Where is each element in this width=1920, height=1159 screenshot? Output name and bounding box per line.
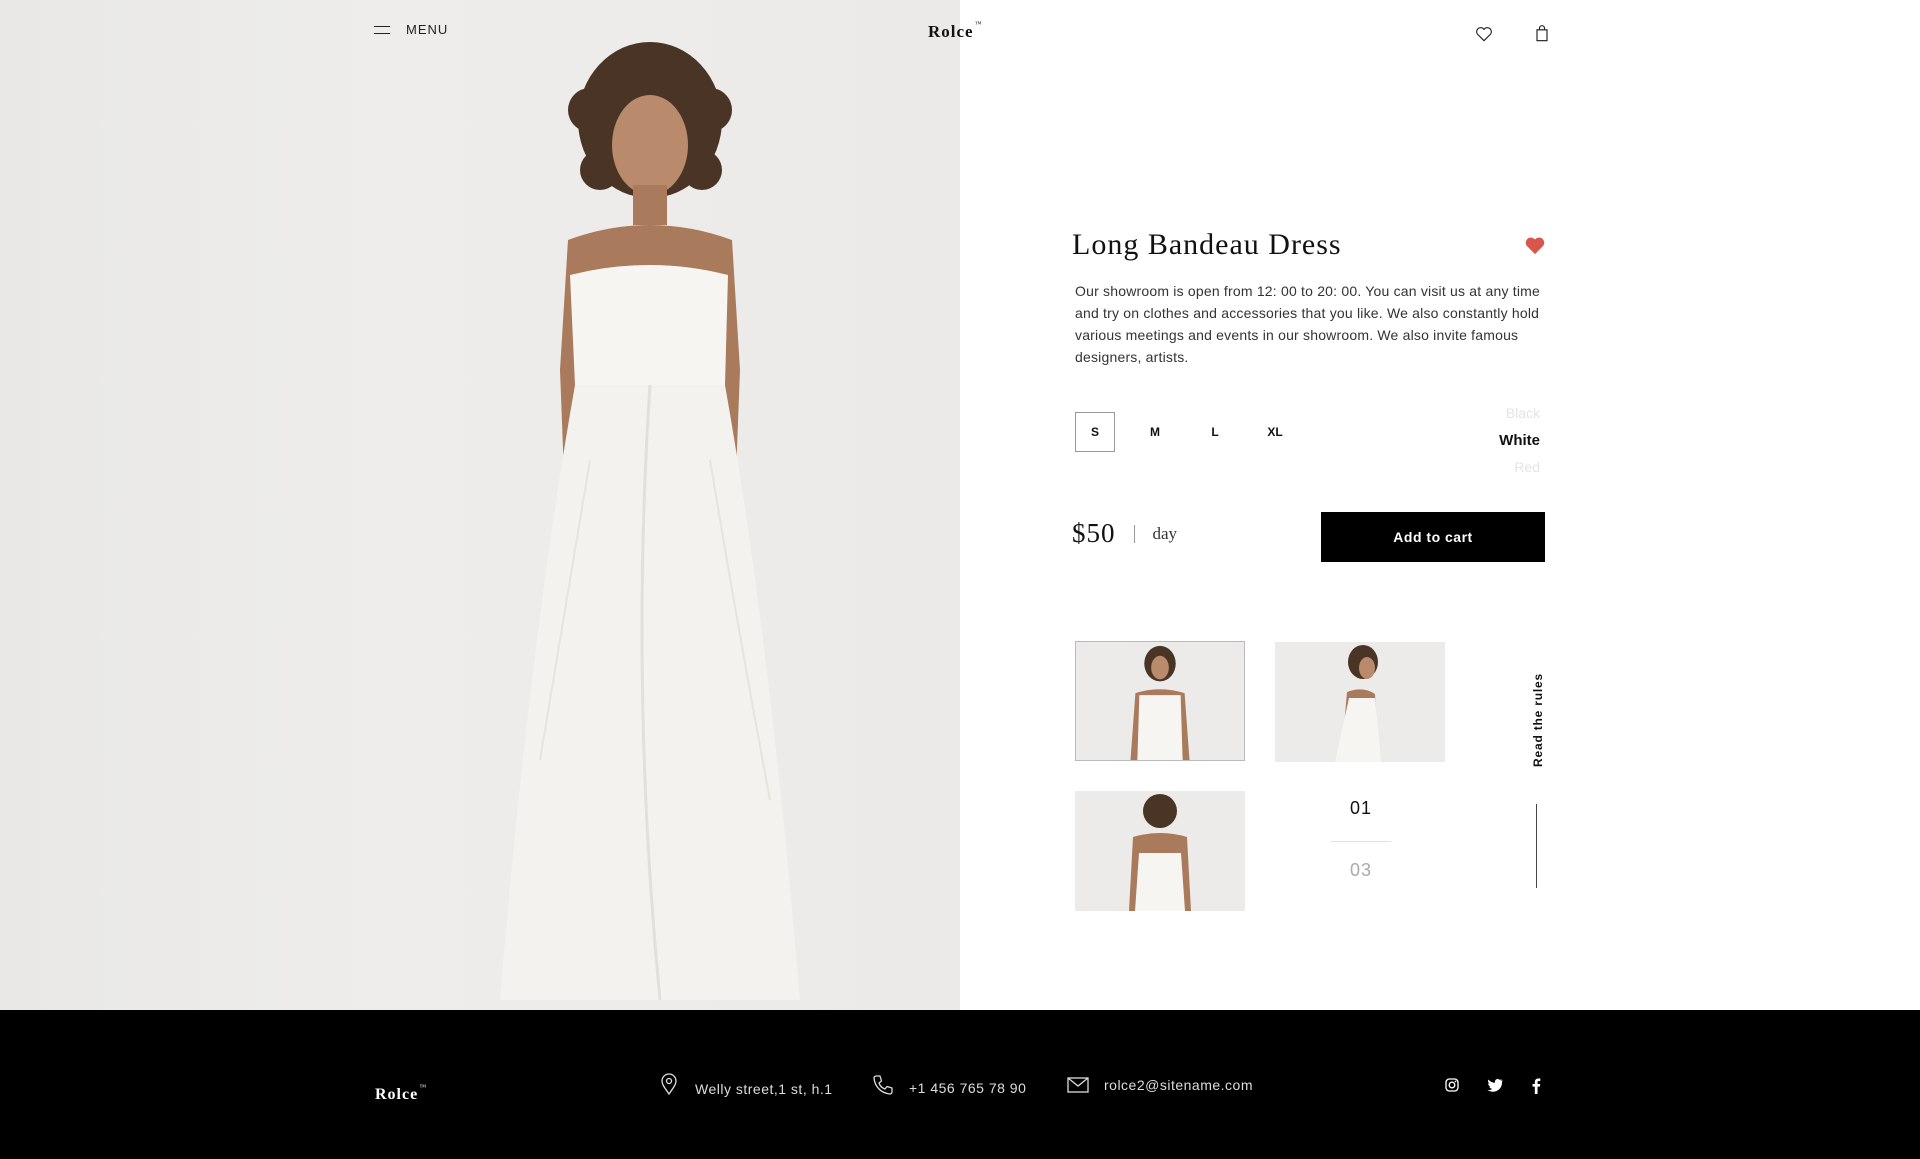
gallery-thumbnail-front[interactable]	[1075, 641, 1245, 761]
instagram-icon[interactable]	[1442, 1075, 1462, 1095]
site-header: MENU Rolce™	[0, 0, 1920, 70]
model-photo	[500, 42, 800, 1001]
price-row: $50 day	[1072, 518, 1177, 549]
site-logo[interactable]: Rolce™	[928, 20, 983, 42]
twitter-icon[interactable]	[1484, 1075, 1504, 1095]
size-option-l[interactable]: L	[1195, 412, 1235, 452]
logo-text: Rolce	[928, 22, 974, 41]
footer-phone[interactable]: +1 456 765 78 90	[871, 1073, 1026, 1097]
footer-email[interactable]: rolce2@sitename.com	[1066, 1073, 1253, 1097]
current-page: 01	[1349, 798, 1373, 818]
product-title-row: Long Bandeau Dress	[1072, 228, 1546, 262]
read-rules-label: Read the rules	[1531, 673, 1545, 767]
menu-label: MENU	[406, 22, 449, 37]
hero-image	[0, 0, 960, 1010]
price-divider	[1133, 524, 1135, 543]
price-value: $50	[1072, 518, 1116, 548]
gallery-pager: 01 03	[1330, 798, 1392, 881]
social-links	[1442, 1075, 1546, 1095]
product-description: Our showroom is open from 12: 00 to 20: …	[1075, 283, 1540, 365]
footer-logo-trademark: ™	[419, 1082, 428, 1091]
color-selector: Black White Red	[1460, 400, 1540, 481]
phone-text: +1 456 765 78 90	[909, 1080, 1027, 1096]
price-unit: day	[1152, 523, 1178, 543]
pager-divider	[1331, 841, 1391, 842]
color-option-black[interactable]: Black	[1460, 400, 1540, 427]
read-rules-link[interactable]: Read the rules	[1528, 672, 1548, 768]
envelope-icon	[1067, 1077, 1089, 1093]
size-selector: S M L XL	[1075, 412, 1295, 452]
thumbnail-image-back	[1075, 791, 1245, 911]
product-title: Long Bandeau Dress	[1072, 228, 1342, 261]
total-pages: 03	[1349, 860, 1373, 880]
thumbnail-image-side	[1275, 642, 1445, 762]
phone-icon	[873, 1075, 893, 1095]
footer-logo-text: Rolce	[375, 1086, 419, 1103]
shopping-bag-icon[interactable]	[1532, 24, 1552, 44]
color-option-white[interactable]: White	[1460, 427, 1540, 454]
location-pin-icon	[661, 1073, 677, 1096]
menu-button[interactable]: MENU	[374, 22, 448, 37]
facebook-icon[interactable]	[1526, 1075, 1546, 1095]
footer-address: Welly street,1 st, h.1	[657, 1071, 833, 1097]
size-option-xl[interactable]: XL	[1255, 412, 1295, 452]
email-text: rolce2@sitename.com	[1104, 1077, 1253, 1093]
hamburger-icon	[374, 25, 390, 34]
heart-icon[interactable]	[1474, 24, 1494, 44]
size-option-s[interactable]: S	[1075, 412, 1115, 452]
gallery-thumbnail-back[interactable]	[1075, 791, 1245, 911]
rules-divider-line	[1536, 804, 1537, 888]
address-text: Welly street,1 st, h.1	[695, 1081, 833, 1097]
color-option-red[interactable]: Red	[1460, 454, 1540, 481]
logo-trademark: ™	[974, 20, 983, 29]
gallery-thumbnail-side[interactable]	[1275, 642, 1445, 762]
thumbnail-image-front	[1076, 642, 1244, 760]
add-to-cart-button[interactable]: Add to cart	[1321, 512, 1545, 562]
footer-logo[interactable]: Rolce™	[375, 1082, 428, 1104]
favorite-heart-icon[interactable]	[1524, 235, 1546, 255]
size-option-m[interactable]: M	[1135, 412, 1175, 452]
